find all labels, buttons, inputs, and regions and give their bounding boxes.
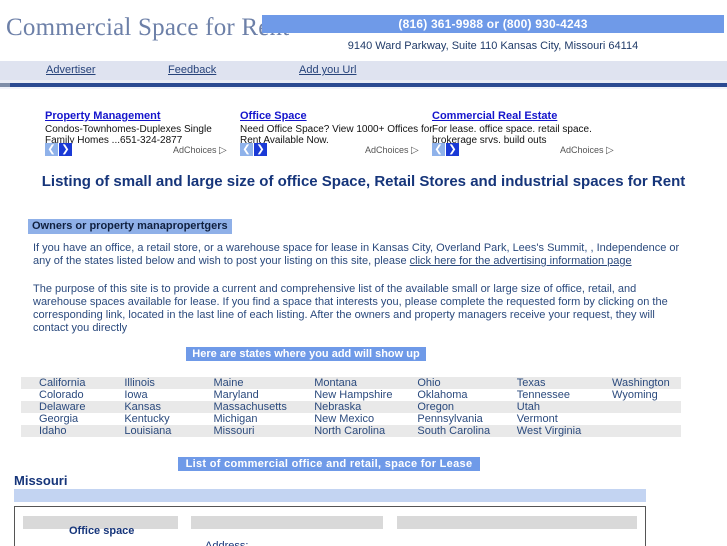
chevron-left-icon[interactable]: ❮ bbox=[432, 143, 445, 156]
state-cell[interactable]: Pennsylvania bbox=[399, 413, 498, 425]
state-cell[interactable]: California bbox=[21, 377, 106, 389]
address-line: 9140 Ward Parkway, Suite 110 Kansas City… bbox=[347, 40, 639, 52]
chevron-left-icon[interactable]: ❮ bbox=[45, 143, 58, 156]
listing-top-bar bbox=[14, 489, 646, 502]
adchoices-text: AdChoices bbox=[560, 145, 604, 155]
purpose-paragraph: The purpose of this site is to provide a… bbox=[33, 283, 668, 334]
state-cell[interactable]: Illinois bbox=[106, 377, 195, 389]
ad-block: Property Management Condos-Townhomes-Dup… bbox=[0, 110, 727, 162]
state-cell[interactable]: Louisiana bbox=[106, 425, 195, 437]
state-cell[interactable]: Massachusetts bbox=[195, 401, 296, 413]
table-row: California Illinois Maine Montana Ohio T… bbox=[21, 377, 681, 389]
state-cell[interactable]: Texas bbox=[499, 377, 594, 389]
listing-type-label: Office space bbox=[69, 525, 135, 537]
state-cell[interactable]: Michigan bbox=[195, 413, 296, 425]
divider-below bbox=[0, 87, 727, 89]
states-banner: Here are states where you add will show … bbox=[186, 347, 426, 361]
adchoices-label[interactable]: AdChoices ▷ bbox=[365, 145, 419, 156]
main-navbar: Advertiser Feedback Add you Url bbox=[0, 61, 727, 80]
state-cell bbox=[594, 413, 681, 425]
state-section-heading: Missouri bbox=[14, 473, 68, 488]
table-row: Colorado Iowa Maryland New Hampshire Okl… bbox=[21, 389, 681, 401]
page-title: Listing of small and large size of offic… bbox=[41, 173, 686, 190]
ad-description: Need Office Space? View 1000+ Offices fo… bbox=[240, 124, 433, 146]
state-cell[interactable]: Missouri bbox=[195, 425, 296, 437]
state-cell[interactable]: Tennessee bbox=[499, 389, 594, 401]
adchoices-label[interactable]: AdChoices ▷ bbox=[173, 145, 227, 156]
site-logo: Commercial Space for Rent bbox=[6, 14, 290, 41]
state-cell[interactable]: Vermont bbox=[499, 413, 594, 425]
listing-card: Office space Address: Status: Active/Ren… bbox=[14, 506, 646, 546]
listing-address-label: Address: bbox=[205, 540, 249, 546]
state-cell bbox=[594, 401, 681, 413]
nav-link-advertiser[interactable]: Advertiser bbox=[46, 64, 96, 76]
advertising-info-link[interactable]: click here for the advertising informati… bbox=[410, 255, 632, 267]
adchoices-text: AdChoices bbox=[365, 145, 409, 155]
chevron-left-icon[interactable]: ❮ bbox=[240, 143, 253, 156]
state-cell[interactable]: Montana bbox=[296, 377, 399, 389]
ad-title-link[interactable]: Commercial Real Estate bbox=[432, 110, 632, 122]
states-table-body: California Illinois Maine Montana Ohio T… bbox=[21, 377, 681, 437]
state-cell[interactable]: Oklahoma bbox=[399, 389, 498, 401]
listings-banner: List of commercial office and retail, sp… bbox=[178, 457, 480, 471]
state-cell[interactable]: North Carolina bbox=[296, 425, 399, 437]
ad-title-link[interactable]: Office Space bbox=[240, 110, 432, 122]
table-row: Georgia Kentucky Michigan New Mexico Pen… bbox=[21, 413, 681, 425]
table-row: Idaho Louisiana Missouri North Carolina … bbox=[21, 425, 681, 437]
adchoices-triangle-icon: ▷ bbox=[411, 145, 419, 156]
state-cell[interactable]: Maryland bbox=[195, 389, 296, 401]
state-cell[interactable]: Delaware bbox=[21, 401, 106, 413]
state-cell[interactable]: Washington bbox=[594, 377, 681, 389]
state-cell[interactable]: Kentucky bbox=[106, 413, 195, 425]
state-cell[interactable]: Oregon bbox=[399, 401, 498, 413]
ad-unit-commercial-real-estate: Commercial Real Estate For lease. office… bbox=[432, 110, 632, 156]
intro-paragraph: If you have an office, a retail store, o… bbox=[33, 242, 693, 268]
listing-status-cell-bg bbox=[397, 516, 637, 529]
adchoices-text: AdChoices bbox=[173, 145, 217, 155]
state-cell[interactable]: Wyoming bbox=[594, 389, 681, 401]
ad-pager: ❮ ❯ bbox=[432, 143, 459, 156]
adchoices-label[interactable]: AdChoices ▷ bbox=[560, 145, 614, 156]
nav-link-add-url[interactable]: Add you Url bbox=[299, 64, 356, 76]
state-cell[interactable]: Kansas bbox=[106, 401, 195, 413]
ad-description: For lease. office space. retail space. b… bbox=[432, 124, 592, 146]
state-cell[interactable]: Maine bbox=[195, 377, 296, 389]
state-cell[interactable]: Ohio bbox=[399, 377, 498, 389]
state-cell[interactable]: Iowa bbox=[106, 389, 195, 401]
nav-link-feedback[interactable]: Feedback bbox=[168, 64, 216, 76]
state-cell[interactable]: South Carolina bbox=[399, 425, 498, 437]
ad-title-link[interactable]: Property Management bbox=[45, 110, 245, 122]
ad-unit-property-management: Property Management Condos-Townhomes-Dup… bbox=[45, 110, 245, 156]
state-cell[interactable]: West Virginia bbox=[499, 425, 594, 437]
state-cell bbox=[594, 425, 681, 437]
adchoices-triangle-icon: ▷ bbox=[219, 145, 227, 156]
ad-unit-office-space: Office Space Need Office Space? View 100… bbox=[240, 110, 433, 156]
state-cell[interactable]: Utah bbox=[499, 401, 594, 413]
state-cell[interactable]: Georgia bbox=[21, 413, 106, 425]
ad-pager: ❮ ❯ bbox=[240, 143, 267, 156]
page-root: Commercial Space for Rent (816) 361-9988… bbox=[0, 0, 727, 546]
ad-pager: ❮ ❯ bbox=[45, 143, 72, 156]
states-table: California Illinois Maine Montana Ohio T… bbox=[21, 377, 681, 437]
table-row: Delaware Kansas Massachusetts Nebraska O… bbox=[21, 401, 681, 413]
chevron-right-icon[interactable]: ❯ bbox=[254, 143, 267, 156]
adchoices-triangle-icon: ▷ bbox=[606, 145, 614, 156]
chevron-right-icon[interactable]: ❯ bbox=[446, 143, 459, 156]
state-cell[interactable]: New Hampshire bbox=[296, 389, 399, 401]
state-cell[interactable]: Nebraska bbox=[296, 401, 399, 413]
state-cell[interactable]: New Mexico bbox=[296, 413, 399, 425]
phone-banner: (816) 361-9988 or (800) 930-4243 bbox=[262, 15, 724, 33]
chevron-right-icon[interactable]: ❯ bbox=[59, 143, 72, 156]
listing-address-cell-bg bbox=[191, 516, 383, 529]
state-cell[interactable]: Idaho bbox=[21, 425, 106, 437]
ad-description: Condos-Townhomes-Duplexes Single Family … bbox=[45, 124, 212, 146]
owners-section-badge: Owners or property manapropertgers bbox=[28, 219, 232, 234]
state-cell[interactable]: Colorado bbox=[21, 389, 106, 401]
